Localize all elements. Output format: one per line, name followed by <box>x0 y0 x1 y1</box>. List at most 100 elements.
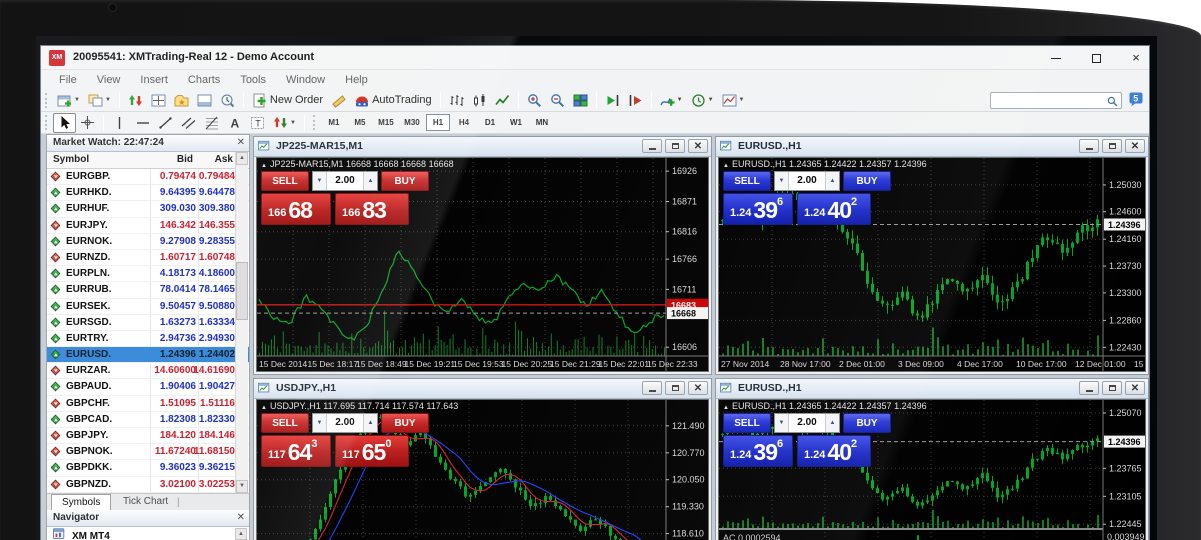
navigator-account-item[interactable]: XM MT4 <box>53 528 110 540</box>
col-ask[interactable]: Ask <box>215 154 233 165</box>
sell-button[interactable]: SELL <box>723 413 771 433</box>
tile-windows-button[interactable] <box>569 90 592 110</box>
chart-title-bar[interactable]: USDJPY.,H1✕ <box>254 379 711 399</box>
chart-title-bar[interactable]: JP225-MAR15,M1✕ <box>254 137 711 157</box>
volume-decrease-icon[interactable]: ▼ <box>775 172 789 190</box>
market-watch-row-eurzar[interactable]: EURZAR.14.6060014.61690 <box>47 363 249 379</box>
docs-button[interactable] <box>327 90 350 110</box>
volume-increase-icon[interactable]: ▲ <box>363 172 377 190</box>
scroll-down-icon[interactable]: ▼ <box>236 480 248 493</box>
line-chart-button[interactable] <box>491 90 514 110</box>
maximize-button[interactable] <box>1089 51 1103 65</box>
label-tool[interactable]: T <box>246 113 269 133</box>
market-watch-header[interactable]: Market Watch: 22:47:24 ✕ <box>47 135 249 152</box>
crosshair-tool[interactable] <box>76 113 99 133</box>
volume-decrease-icon[interactable]: ▼ <box>775 414 789 432</box>
volume-value[interactable]: 2.00 <box>327 414 363 432</box>
timeframe-d1[interactable]: D1 <box>478 114 502 131</box>
collapse-icon[interactable]: ▲ <box>723 163 729 169</box>
chart-minimize-button[interactable] <box>642 381 662 395</box>
collapse-icon[interactable]: ▲ <box>723 405 729 411</box>
periods-button[interactable]: ▼ <box>687 90 718 110</box>
terminal-toggle[interactable] <box>193 90 216 110</box>
buy-button[interactable]: BUY <box>381 413 429 433</box>
search-input[interactable] <box>994 94 1104 107</box>
trendline-tool[interactable] <box>154 113 177 133</box>
mql5-community-button[interactable]: 5 <box>1129 92 1144 112</box>
chart-shift-button[interactable] <box>624 90 647 110</box>
chart-restore-button[interactable] <box>1102 139 1122 153</box>
volume-increase-icon[interactable]: ▲ <box>825 414 839 432</box>
menu-help[interactable]: Help <box>335 74 378 86</box>
tab-symbols[interactable]: Symbols <box>51 494 111 510</box>
market-watch-close-icon[interactable]: ✕ <box>237 137 245 148</box>
market-watch-row-eurtry[interactable]: EURTRY.2.947362.94930 <box>47 331 249 347</box>
tab-tick-chart[interactable]: Tick Chart <box>113 494 178 510</box>
market-watch-row-eursek[interactable]: EURSEK.9.504579.50880 <box>47 299 249 315</box>
chart-minimize-button[interactable] <box>1079 139 1099 153</box>
buy-price-button[interactable]: 117650 <box>335 435 409 467</box>
bar-chart-button[interactable] <box>445 90 468 110</box>
cursor-tool[interactable] <box>53 113 76 133</box>
channel-tool[interactable] <box>177 113 200 133</box>
horizontal-line-tool[interactable] <box>131 113 154 133</box>
profiles-button[interactable]: ▼ <box>84 90 115 110</box>
market-watch-row-eurjpy[interactable]: EURJPY.146.342146.355 <box>47 218 249 234</box>
text-tool[interactable]: A <box>223 113 246 133</box>
volume-value[interactable]: 2.00 <box>789 172 825 190</box>
volume-value[interactable]: 2.00 <box>789 414 825 432</box>
buy-button[interactable]: BUY <box>381 171 429 191</box>
market-watch-toggle[interactable] <box>124 90 147 110</box>
minimize-button[interactable] <box>1049 51 1063 65</box>
candlestick-button[interactable] <box>468 90 491 110</box>
toolbar-grip[interactable] <box>313 115 316 130</box>
volume-increase-icon[interactable]: ▲ <box>363 414 377 432</box>
new-chart-button[interactable]: ▼ <box>53 90 84 110</box>
menu-insert[interactable]: Insert <box>130 74 178 86</box>
indicators-button[interactable]: ▼ <box>656 90 687 110</box>
market-watch-row-gbpchf[interactable]: GBPCHF.1.510951.51116 <box>47 396 249 412</box>
market-watch-row-eurhuf[interactable]: EURHUF.309.030309.380 <box>47 201 249 217</box>
market-watch-row-eurnzd[interactable]: EURNZD.1.607171.60748 <box>47 250 249 266</box>
market-watch-row-gbpcad[interactable]: GBPCAD.1.823081.82330 <box>47 412 249 428</box>
timeframe-w1[interactable]: W1 <box>504 114 528 131</box>
new-order-button[interactable]: New Order <box>248 90 327 110</box>
menu-view[interactable]: View <box>87 74 131 86</box>
buy-price-button[interactable]: 16683 <box>335 193 409 225</box>
templates-button[interactable]: ▼ <box>718 90 749 110</box>
sell-price-button[interactable]: 1.24396 <box>723 435 793 467</box>
chart-title-bar[interactable]: EURUSD.,H1✕ <box>716 137 1148 157</box>
sell-price-button[interactable]: 117643 <box>261 435 331 467</box>
chart-minimize-button[interactable] <box>1079 381 1099 395</box>
volume-increase-icon[interactable]: ▲ <box>825 172 839 190</box>
strategy-tester-toggle[interactable] <box>216 90 239 110</box>
zoom-in-button[interactable] <box>523 90 546 110</box>
chart-title-bar[interactable]: EURUSD.,H1✕ <box>716 379 1148 399</box>
arrows-tool[interactable]: ▼ <box>269 113 300 133</box>
market-watch-scrollbar[interactable]: ▲ ▼ <box>235 152 248 493</box>
chart-restore-button[interactable] <box>665 139 685 153</box>
chart-close-button[interactable]: ✕ <box>688 139 708 153</box>
buy-button[interactable]: BUY <box>843 171 891 191</box>
market-watch-row-gbpdkk[interactable]: GBPDKK.9.360239.36215 <box>47 460 249 476</box>
market-watch-row-gbpjpy[interactable]: GBPJPY.184.120184.146 <box>47 428 249 444</box>
collapse-icon[interactable]: ▲ <box>261 163 267 169</box>
titlebar[interactable]: XM 20095541: XMTrading-Real 12 - Demo Ac… <box>41 46 1149 70</box>
market-watch-row-eurnok[interactable]: EURNOK.9.279089.28355 <box>47 234 249 250</box>
timeframe-m15[interactable]: M15 <box>374 114 398 131</box>
volume-decrease-icon[interactable]: ▼ <box>313 172 327 190</box>
buy-price-button[interactable]: 1.24402 <box>797 193 871 225</box>
scroll-up-icon[interactable]: ▲ <box>236 152 248 165</box>
navigator-close-icon[interactable]: ✕ <box>237 512 245 523</box>
timeframe-mn[interactable]: MN <box>530 114 554 131</box>
market-watch-row-eurpln[interactable]: EURPLN.4.181734.18600 <box>47 266 249 282</box>
buy-price-button[interactable]: 1.24402 <box>797 435 871 467</box>
navigator-toggle[interactable]: ★ <box>170 90 193 110</box>
market-watch-row-eurusd[interactable]: EURUSD.1.243961.24402 <box>47 347 249 363</box>
menu-charts[interactable]: Charts <box>178 74 230 86</box>
chart-close-button[interactable]: ✕ <box>1125 139 1145 153</box>
menu-tools[interactable]: Tools <box>230 74 276 86</box>
col-bid[interactable]: Bid <box>177 154 193 165</box>
timeframe-h1[interactable]: H1 <box>426 114 450 131</box>
col-symbol[interactable]: Symbol <box>53 154 89 165</box>
